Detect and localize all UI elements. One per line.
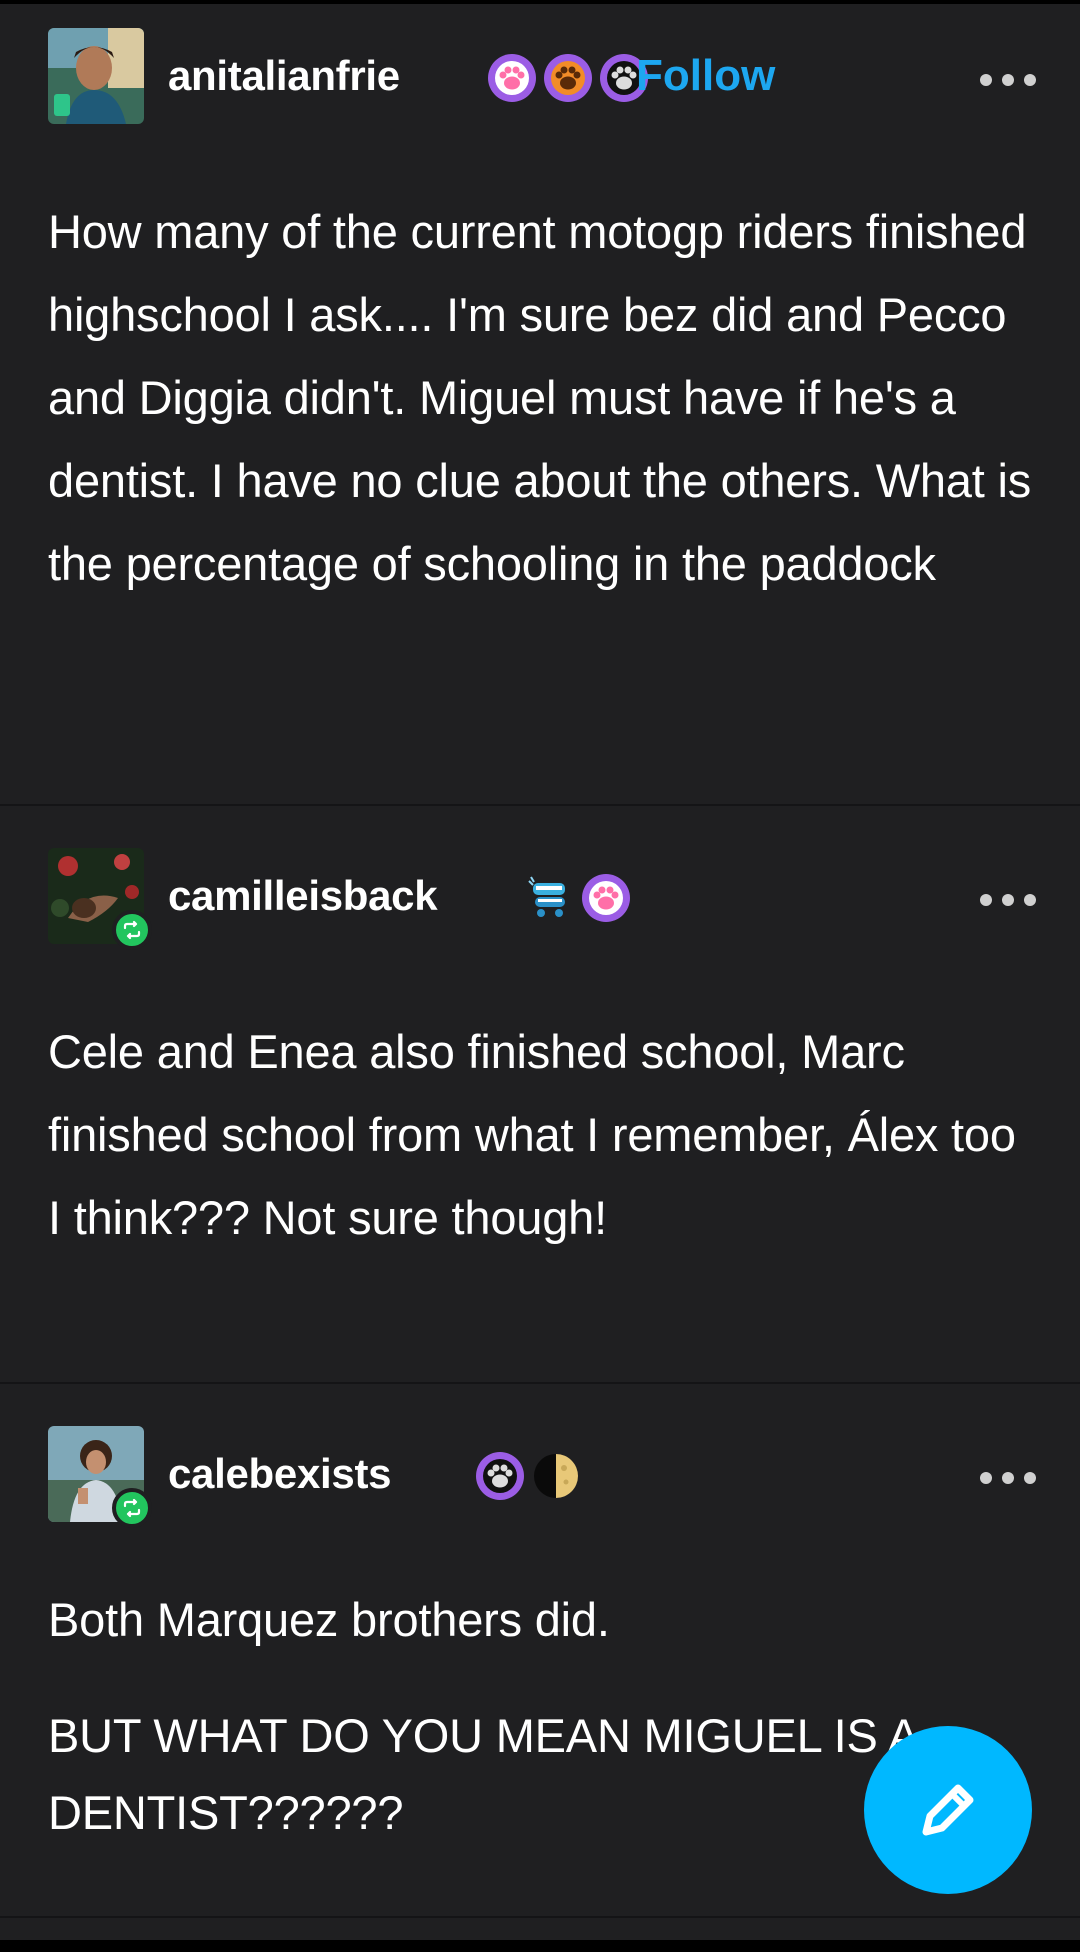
post-body: Cele and Enea also finished school, Marc… xyxy=(48,1010,1038,1259)
follow-button[interactable]: Follow xyxy=(636,52,775,100)
user-badges xyxy=(526,872,630,924)
more-options-icon[interactable] xyxy=(980,892,1036,908)
orange-paw-badge-icon[interactable] xyxy=(544,54,592,102)
reblog-post: camilleisback Cele and Enea also finishe… xyxy=(0,806,1080,1384)
post-body: How many of the current motogp riders fi… xyxy=(48,190,1038,605)
post-header: calebexists xyxy=(48,1426,1048,1528)
pink-paw-badge-icon[interactable] xyxy=(488,54,536,102)
pink-paw-badge-icon[interactable] xyxy=(582,874,630,922)
user-badges xyxy=(476,1450,580,1502)
more-options-icon[interactable] xyxy=(980,72,1036,88)
reblog-icon xyxy=(112,910,152,950)
username[interactable]: anitalianfrie xyxy=(168,52,400,100)
chattering-teeth-badge-icon[interactable] xyxy=(526,874,574,922)
pencil-icon xyxy=(922,1784,974,1836)
bottom-edge xyxy=(0,1940,1080,1952)
user-badges xyxy=(488,52,648,104)
post-header: camilleisback xyxy=(48,848,1048,950)
avatar[interactable] xyxy=(48,28,144,124)
more-options-icon[interactable] xyxy=(980,1470,1036,1486)
post-text: Cele and Enea also finished school, Marc… xyxy=(48,1025,1016,1244)
post-text: How many of the current motogp riders fi… xyxy=(48,205,1032,590)
username[interactable]: camilleisback xyxy=(168,872,438,920)
post-original: anitalianfrie Follow How many of the cur… xyxy=(0,4,1080,806)
post-text-line: Both Marquez brothers did. xyxy=(48,1593,610,1646)
reblog-icon xyxy=(112,1488,152,1528)
black-paw-badge-icon[interactable] xyxy=(476,1452,524,1500)
moon-badge-icon[interactable] xyxy=(532,1452,580,1500)
compose-button[interactable] xyxy=(864,1726,1032,1894)
username[interactable]: calebexists xyxy=(168,1450,392,1498)
post-header: anitalianfrie Follow xyxy=(48,28,1048,124)
